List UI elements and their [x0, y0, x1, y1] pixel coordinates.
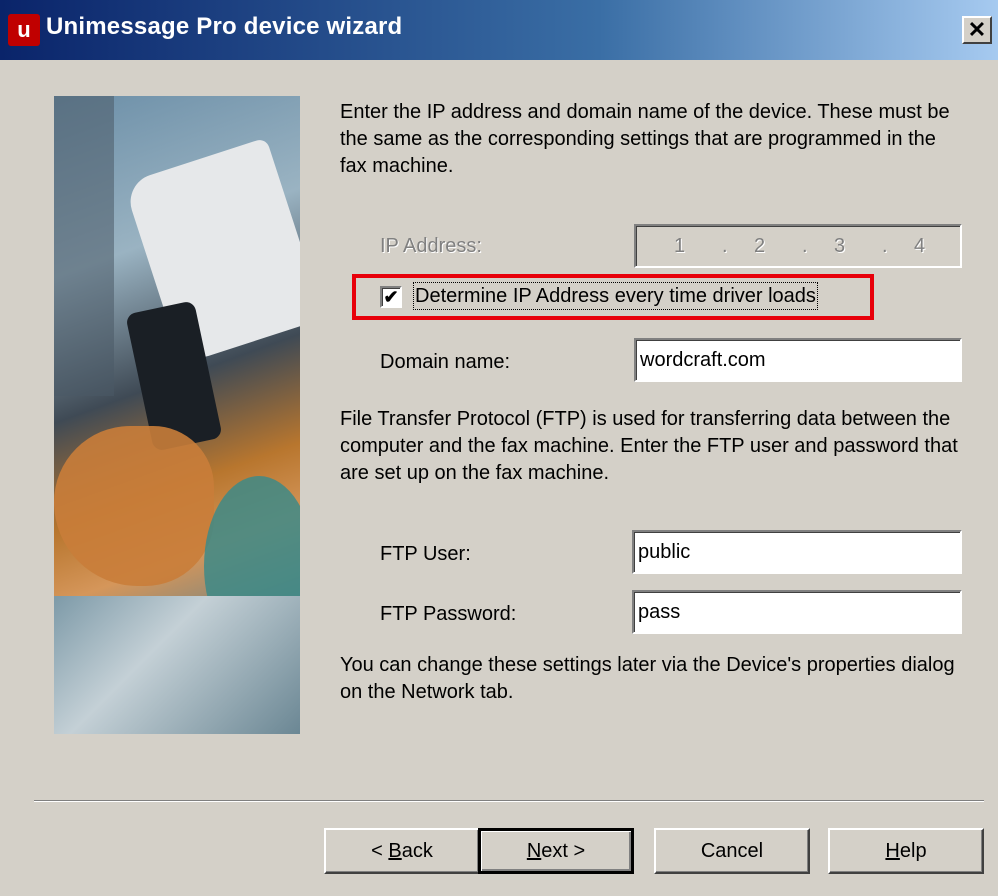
ftp-user-label: FTP User: — [380, 543, 471, 565]
next-button[interactable]: Next > — [478, 828, 634, 874]
window-title: Unimessage Pro device wizard — [46, 13, 403, 40]
ip-octet-3: 3 — [834, 235, 846, 257]
app-u-icon: u — [8, 14, 40, 46]
footer-separator — [34, 800, 984, 802]
domain-name-label: Domain name: — [380, 351, 511, 373]
wizard-side-image — [54, 96, 300, 734]
determine-ip-label[interactable]: Determine IP Address every time driver l… — [413, 282, 818, 310]
close-button[interactable]: ✕ — [962, 16, 992, 44]
back-button[interactable]: < Back — [324, 828, 480, 874]
intro-text: Enter the IP address and domain name of … — [340, 101, 950, 177]
cancel-button[interactable]: Cancel — [654, 828, 810, 874]
domain-name-input[interactable]: wordcraft.com — [634, 338, 962, 382]
ip-address-label: IP Address: — [380, 235, 482, 257]
determine-ip-checkbox[interactable]: ✔ — [380, 286, 402, 308]
ip-octet-4: 4 — [914, 235, 926, 257]
checkmark-icon: ✔ — [383, 287, 399, 307]
help-button[interactable]: Help — [828, 828, 984, 874]
wizard-window: u Unimessage Pro device wizard ✕ Enter t… — [0, 0, 998, 896]
ftp-user-input[interactable]: public — [632, 530, 962, 574]
ip-address-field: 1 . 2 . 3 . 4 — [634, 224, 962, 268]
ip-octet-1: 1 — [674, 235, 686, 257]
title-bar[interactable]: u Unimessage Pro device wizard ✕ — [0, 0, 998, 60]
ftp-info-text: File Transfer Protocol (FTP) is used for… — [340, 408, 958, 484]
settings-note-text: You can change these settings later via … — [340, 654, 955, 703]
ip-octet-2: 2 — [754, 235, 766, 257]
ftp-password-label: FTP Password: — [380, 603, 517, 625]
close-icon: ✕ — [967, 17, 987, 42]
ftp-password-input[interactable]: pass — [632, 590, 962, 634]
